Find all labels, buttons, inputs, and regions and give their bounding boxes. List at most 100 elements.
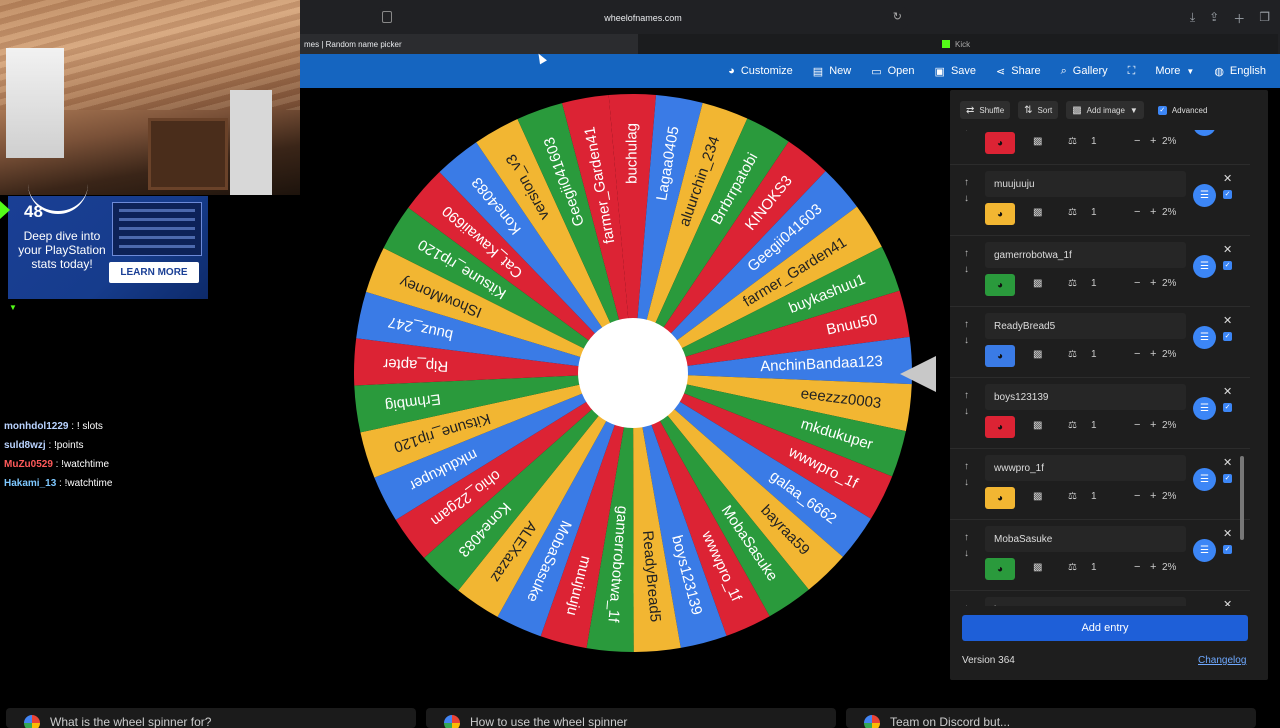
remove-entry-icon[interactable]: ✕	[1223, 314, 1232, 327]
remove-entry-icon[interactable]: ✕	[1223, 172, 1232, 185]
wheel-center[interactable]	[578, 318, 688, 428]
reorder-icon[interactable]: ↑↓	[964, 130, 969, 136]
decrease-weight-button[interactable]: −	[1134, 348, 1140, 360]
increase-weight-button[interactable]: +	[1150, 348, 1156, 360]
entry-settings-button[interactable]: ☰	[1193, 326, 1216, 349]
entry-color-button[interactable]: ◕	[985, 558, 1015, 580]
entry-color-button[interactable]: ◕	[985, 274, 1015, 296]
tab-overview-icon[interactable]: ❐	[1259, 10, 1270, 27]
chat-username[interactable]: MuZu0529	[4, 459, 53, 470]
entry-settings-button[interactable]: ☰	[1193, 184, 1216, 207]
entry-color-button[interactable]: ◕	[985, 416, 1015, 438]
entry-settings-button[interactable]: ☰	[1193, 397, 1216, 420]
reader-icon[interactable]	[382, 11, 392, 23]
increase-weight-button[interactable]: +	[1150, 419, 1156, 431]
remove-entry-icon[interactable]: ✕	[1223, 385, 1232, 398]
entry-color-button[interactable]: ◕	[985, 203, 1015, 225]
image-icon[interactable]: ▩	[1033, 349, 1042, 360]
remove-entry-icon[interactable]: ✕	[1223, 456, 1232, 469]
entry-color-button[interactable]: ◕	[985, 132, 1015, 154]
fullscreen-button[interactable]: ⛶	[1128, 65, 1136, 78]
decrease-weight-button[interactable]: −	[1134, 135, 1140, 147]
entry-name-input[interactable]: muujuuju	[985, 171, 1186, 197]
decrease-weight-button[interactable]: −	[1134, 277, 1140, 289]
entry-enabled-checkbox[interactable]: ✓	[1223, 403, 1232, 412]
chat-username[interactable]: suld8wzj	[4, 440, 46, 451]
chat-username[interactable]: Hakami_13	[4, 478, 56, 489]
entry-enabled-checkbox[interactable]: ✓	[1223, 474, 1232, 483]
image-icon[interactable]: ▩	[1033, 420, 1042, 431]
reorder-icon[interactable]: ↑↓	[964, 317, 969, 349]
increase-weight-button[interactable]: +	[1150, 490, 1156, 502]
decrease-weight-button[interactable]: −	[1134, 490, 1140, 502]
reorder-icon[interactable]: ↑↓	[964, 388, 969, 420]
download-icon[interactable]: ⤓	[1190, 10, 1195, 27]
new-tab-icon[interactable]: ＋	[1233, 10, 1245, 27]
entry-settings-button[interactable]: ☰	[1193, 255, 1216, 278]
increase-weight-button[interactable]: +	[1150, 206, 1156, 218]
entry-enabled-checkbox[interactable]: ✓	[1223, 190, 1232, 199]
entry-name-input[interactable]: boys123139	[985, 384, 1186, 410]
faq-card[interactable]: What is the wheel spinner for?	[6, 708, 416, 728]
add-entry-button[interactable]: Add entry	[962, 615, 1248, 641]
save-button[interactable]: ▣ Save	[935, 65, 976, 78]
reorder-icon[interactable]: ↑↓	[964, 601, 969, 606]
entry-name-input[interactable]: ReadyBread5	[985, 313, 1186, 339]
entry-settings-button[interactable]: ☰	[1193, 130, 1216, 136]
entry-weight[interactable]: 1	[1091, 136, 1097, 147]
image-icon[interactable]: ▩	[1033, 207, 1042, 218]
remove-entry-icon[interactable]: ✕	[1223, 243, 1232, 256]
entry-color-button[interactable]: ◕	[985, 487, 1015, 509]
increase-weight-button[interactable]: +	[1150, 561, 1156, 573]
remove-entry-icon[interactable]: ✕	[1223, 598, 1232, 606]
reorder-icon[interactable]: ↑↓	[964, 459, 969, 491]
image-icon[interactable]: ▩	[1033, 562, 1042, 573]
entry-settings-button[interactable]: ☰	[1193, 539, 1216, 562]
entries-scrollbar[interactable]	[1240, 456, 1244, 540]
entry-name-input[interactable]: gamerrobotwa_1f	[985, 242, 1186, 268]
share-button[interactable]: ⋖ Share	[996, 65, 1041, 78]
faq-card[interactable]: Team on Discord but...	[846, 708, 1256, 728]
advanced-toggle[interactable]: ✓ Advanced	[1152, 101, 1214, 119]
entry-name-input[interactable]: MobaSasuke	[985, 526, 1186, 552]
customize-button[interactable]: ◕ Customize	[728, 65, 793, 77]
new-button[interactable]: ▤ New	[813, 65, 851, 78]
entry-enabled-checkbox[interactable]: ✓	[1223, 545, 1232, 554]
remove-entry-icon[interactable]: ✕	[1223, 527, 1232, 540]
entry-name-input[interactable]: wwwpro_1f	[985, 455, 1186, 481]
entry-weight[interactable]: 1	[1091, 562, 1097, 573]
decrease-weight-button[interactable]: −	[1134, 561, 1140, 573]
tab-wheelofnames[interactable]: mes | Random name picker	[300, 34, 638, 54]
image-icon[interactable]: ▩	[1033, 278, 1042, 289]
sort-button[interactable]: ⇅ Sort	[1018, 101, 1059, 119]
add-image-button[interactable]: ▩ Add image ▼	[1066, 101, 1144, 119]
entry-settings-button[interactable]: ☰	[1193, 468, 1216, 491]
gallery-button[interactable]: ⌕ Gallery	[1061, 65, 1108, 78]
decrease-weight-button[interactable]: −	[1134, 419, 1140, 431]
ad-info-icon[interactable]: ▼	[9, 303, 17, 312]
reload-icon[interactable]: ↻	[893, 10, 902, 23]
entry-enabled-checkbox[interactable]: ✓	[1223, 332, 1232, 341]
faq-card[interactable]: How to use the wheel spinner	[426, 708, 836, 728]
address-bar[interactable]: wheelofnames.com ↻	[378, 7, 908, 29]
entry-weight[interactable]: 1	[1091, 349, 1097, 360]
more-button[interactable]: More ▼	[1155, 65, 1194, 77]
playstation-ad[interactable]: 48 Deep dive into your PlayStation stats…	[0, 196, 208, 299]
entry-weight[interactable]: 1	[1091, 491, 1097, 502]
learn-more-button[interactable]: LEARN MORE	[109, 262, 199, 283]
entry-name-input[interactable]: bayraa59	[985, 597, 1186, 606]
entry-weight[interactable]: 1	[1091, 207, 1097, 218]
increase-weight-button[interactable]: +	[1150, 135, 1156, 147]
reorder-icon[interactable]: ↑↓	[964, 530, 969, 562]
decrease-weight-button[interactable]: −	[1134, 206, 1140, 218]
reorder-icon[interactable]: ↑↓	[964, 175, 969, 207]
entry-enabled-checkbox[interactable]: ✓	[1223, 261, 1232, 270]
language-button[interactable]: ◍ English	[1214, 65, 1266, 78]
entry-weight[interactable]: 1	[1091, 278, 1097, 289]
image-icon[interactable]: ▩	[1033, 491, 1042, 502]
chat-username[interactable]: monhdol1229	[4, 421, 68, 432]
share-page-icon[interactable]: ⇪	[1209, 10, 1219, 27]
reorder-icon[interactable]: ↑↓	[964, 246, 969, 278]
entry-color-button[interactable]: ◕	[985, 345, 1015, 367]
tab-kick[interactable]: Kick	[638, 34, 1278, 54]
